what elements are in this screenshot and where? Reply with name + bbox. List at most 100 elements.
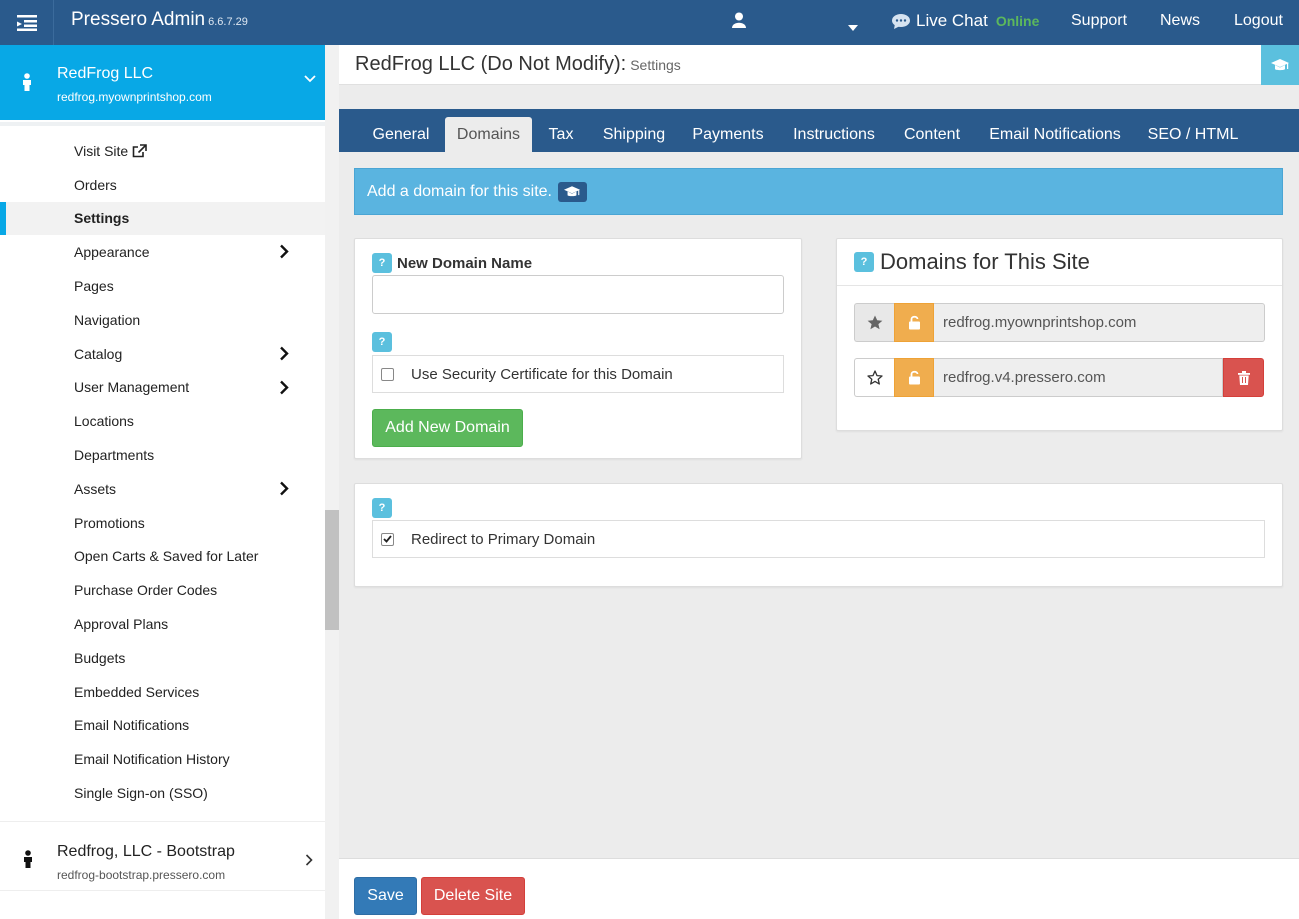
tab-content[interactable]: Content	[895, 117, 969, 152]
domain-row-primary: redfrog.myownprintshop.com	[854, 303, 1265, 342]
chevron-right-icon	[280, 380, 289, 394]
sidebar-item-assets[interactable]: Assets	[0, 472, 325, 506]
help-icon[interactable]: ?	[372, 332, 392, 352]
tab-seo-html[interactable]: SEO / HTML	[1141, 117, 1245, 152]
user-menu-caret[interactable]	[848, 18, 858, 35]
sidebar-item-label: Open Carts & Saved for Later	[74, 548, 259, 565]
chevron-right-icon	[280, 481, 289, 496]
sidebar-item-locations[interactable]: Locations	[0, 404, 325, 438]
help-training-button[interactable]	[1261, 45, 1299, 85]
tab-general[interactable]: General	[361, 117, 441, 152]
sidebar-item-label: Single Sign-on (SSO)	[74, 785, 208, 802]
tab-email-notifications[interactable]: Email Notifications	[981, 117, 1129, 152]
info-help-button[interactable]	[557, 181, 587, 202]
sidebar-item-purchase-order-codes[interactable]: Purchase Order Codes	[0, 573, 325, 607]
tab-tax[interactable]: Tax	[537, 117, 585, 152]
ssl-lock-button[interactable]	[894, 303, 934, 342]
ssl-checkbox-row[interactable]: Use Security Certificate for this Domain	[372, 355, 784, 393]
sidebar-item-departments[interactable]: Departments	[0, 438, 325, 472]
logout-link[interactable]: Logout	[1234, 12, 1283, 30]
redirect-checkbox[interactable]	[381, 532, 394, 546]
news-link[interactable]: News	[1160, 12, 1200, 30]
person-icon	[24, 850, 32, 868]
graduation-cap-icon	[564, 185, 581, 196]
sidebar-item-catalog[interactable]: Catalog	[0, 337, 325, 371]
user-icon	[732, 12, 746, 28]
live-chat-link[interactable]: Live Chat Online	[892, 11, 1039, 31]
sidebar-item-label: Navigation	[74, 311, 141, 328]
top-navbar: Pressero Admin 6.6.7.29 Live Chat Online …	[0, 0, 1299, 45]
tab-instructions[interactable]: Instructions	[783, 117, 885, 152]
primary-star-button[interactable]	[854, 303, 894, 342]
domains-list-panel: ? Domains for This Site redfrog.myownpri…	[836, 238, 1283, 431]
sidebar-item-user-management[interactable]: User Management	[0, 371, 325, 405]
domains-panel-title: Domains for This Site	[880, 249, 1090, 274]
sidebar-item-pages[interactable]: Pages	[0, 269, 325, 303]
brand-name: Pressero Admin	[71, 9, 206, 30]
sidebar-toggle-button[interactable]	[0, 0, 54, 45]
sidebar-item-label: Assets	[74, 480, 117, 497]
sidebar-item-email-notification-history[interactable]: Email Notification History	[0, 742, 325, 776]
person-icon	[23, 73, 31, 91]
ssl-label: Use Security Certificate for this Domain	[411, 365, 673, 383]
delete-site-button[interactable]: Delete Site	[421, 877, 525, 915]
sidebar-item-orders[interactable]: Orders	[0, 168, 325, 202]
sidebar-item-sso[interactable]: Single Sign-on (SSO)	[0, 776, 325, 810]
ssl-lock-button[interactable]	[894, 358, 934, 397]
sidebar-item-approval-plans[interactable]: Approval Plans	[0, 607, 325, 641]
tab-domains[interactable]: Domains	[445, 117, 532, 152]
support-link[interactable]: Support	[1071, 12, 1127, 30]
sidebar-item-label: Orders	[74, 176, 117, 193]
sidebar-item-label: Settings	[74, 210, 130, 227]
other-site-item[interactable]: Redfrog, LLC - Bootstrap redfrog-bootstr…	[0, 821, 325, 891]
sidebar-item-email-notifications[interactable]: Email Notifications	[0, 709, 325, 743]
chevron-right-icon	[280, 346, 289, 361]
sidebar-item-embedded-services[interactable]: Embedded Services	[0, 675, 325, 709]
help-icon[interactable]: ?	[372, 253, 392, 273]
new-domain-label: New Domain Name	[397, 254, 533, 272]
sidebar-item-label: Locations	[74, 413, 134, 430]
app-version: 6.6.7.29	[208, 16, 248, 28]
save-button[interactable]: Save	[354, 877, 417, 915]
sidebar-item-label: Departments	[74, 447, 155, 464]
sidebar-item-open-carts[interactable]: Open Carts & Saved for Later	[0, 540, 325, 574]
add-new-domain-button[interactable]: Add New Domain	[372, 409, 523, 447]
make-primary-star-button[interactable]	[854, 358, 894, 397]
redirect-checkbox-row[interactable]: Redirect to Primary Domain	[372, 520, 1265, 558]
tab-payments[interactable]: Payments	[683, 117, 773, 152]
app-brand[interactable]: Pressero Admin 6.6.7.29	[71, 9, 248, 31]
redirect-label: Redirect to Primary Domain	[411, 530, 596, 548]
sidebar-item-settings[interactable]: Settings	[0, 201, 325, 236]
sidebar-item-label: Catalog	[74, 345, 123, 362]
sidebar-item-visit-site[interactable]: Visit Site	[0, 134, 325, 168]
sidebar-scrollbar[interactable]	[325, 45, 339, 919]
domain-name: redfrog.myownprintshop.com	[934, 303, 1265, 342]
current-site-url: redfrog.myownprintshop.com	[57, 90, 212, 104]
sidebar-item-navigation[interactable]: Navigation	[0, 303, 325, 337]
page-title: RedFrog LLC (Do Not Modify): Settings	[355, 53, 681, 76]
sidebar-item-label: Visit Site	[74, 142, 129, 159]
action-footer: Save Delete Site	[339, 858, 1299, 919]
user-menu[interactable]	[732, 12, 746, 32]
sidebar-divider	[0, 122, 325, 126]
unlock-icon	[908, 370, 920, 385]
delete-domain-button[interactable]	[1223, 358, 1264, 397]
sidebar-item-appearance[interactable]: Appearance	[0, 235, 325, 269]
help-icon[interactable]: ?	[854, 252, 874, 272]
ssl-checkbox[interactable]	[381, 367, 394, 381]
new-domain-input[interactable]	[372, 275, 784, 314]
redirect-panel: ? Redirect to Primary Domain	[354, 483, 1283, 587]
sidebar-item-budgets[interactable]: Budgets	[0, 641, 325, 675]
scrollbar-thumb[interactable]	[325, 510, 339, 630]
current-site-header[interactable]: RedFrog LLC redfrog.myownprintshop.com	[0, 45, 325, 120]
tab-shipping[interactable]: Shipping	[593, 117, 675, 152]
sidebar-item-promotions[interactable]: Promotions	[0, 506, 325, 540]
help-icon[interactable]: ?	[372, 498, 392, 518]
sidebar-item-label: Embedded Services	[74, 683, 200, 700]
live-chat-label: Live Chat	[916, 11, 988, 30]
panel-divider	[837, 285, 1282, 286]
unlock-icon	[908, 315, 920, 330]
trash-icon	[1237, 370, 1250, 385]
new-domain-panel: ? New Domain Name ? Use Security Certifi…	[354, 238, 802, 459]
site-title: RedFrog LLC (Do Not Modify):	[355, 53, 627, 75]
